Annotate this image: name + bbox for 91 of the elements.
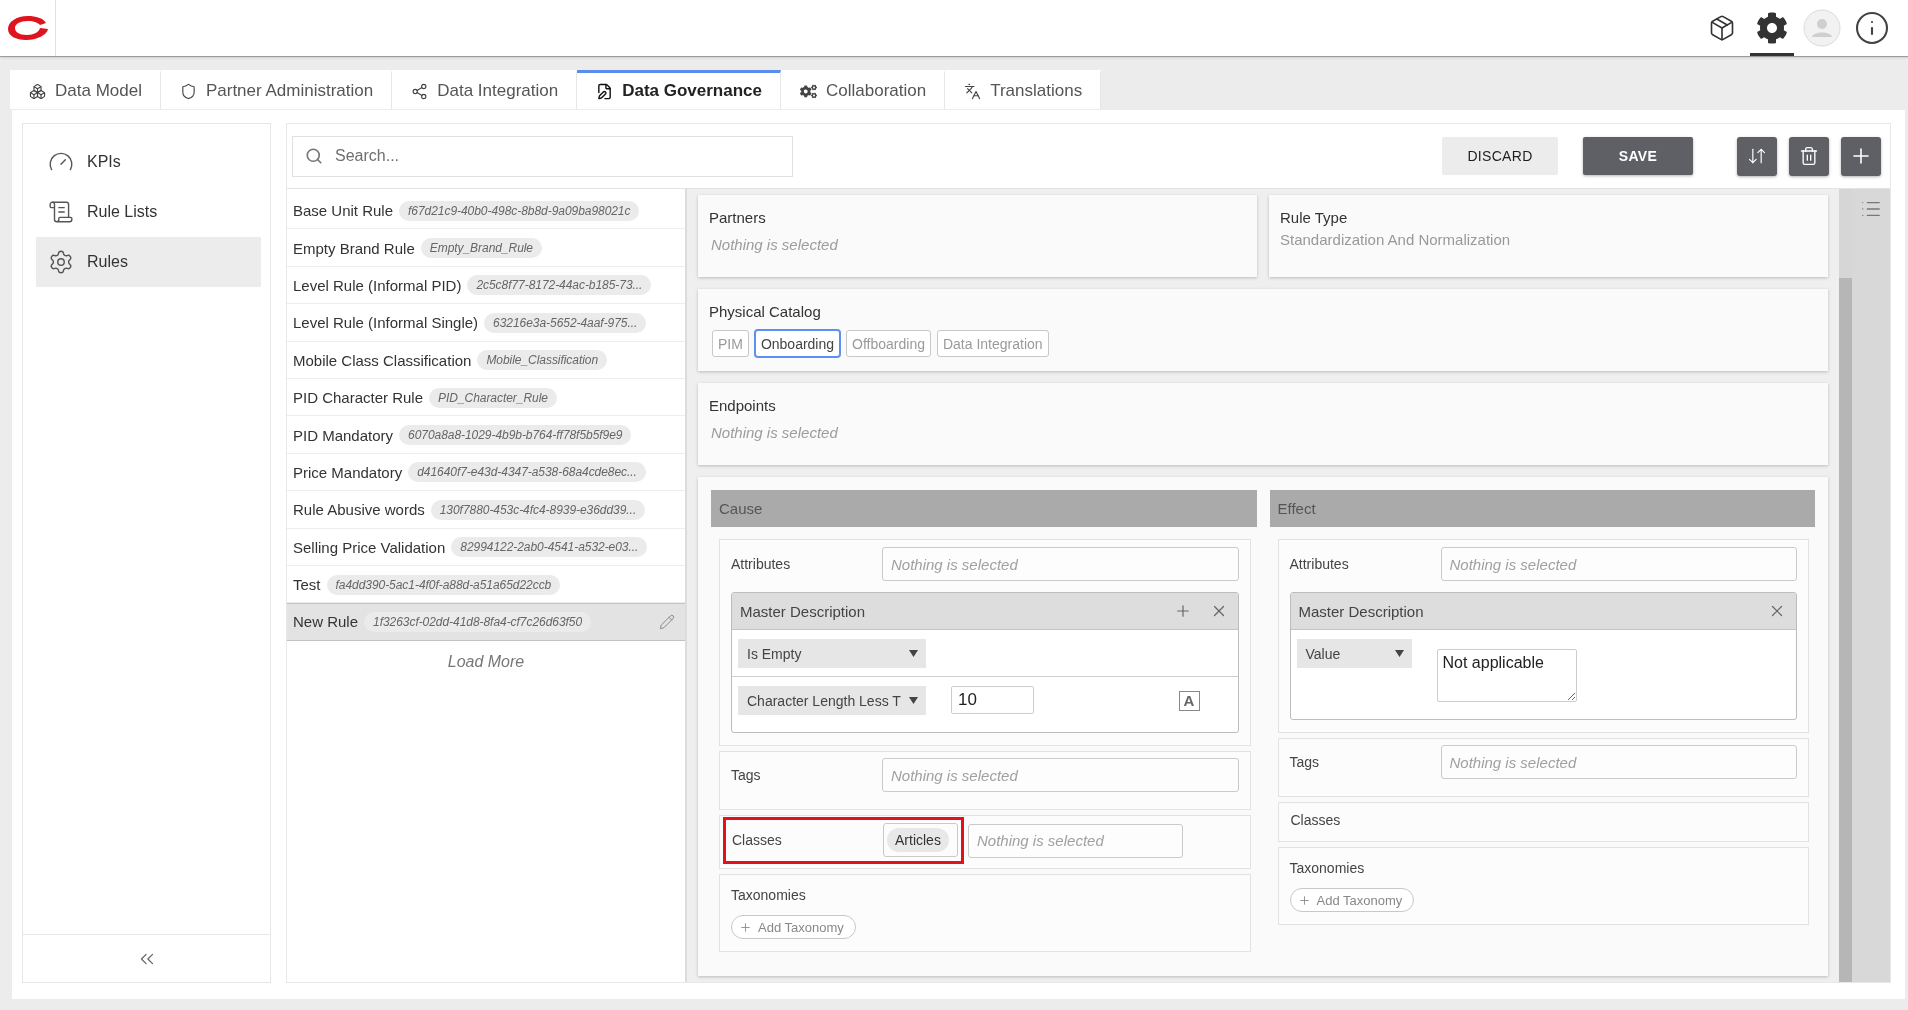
nav-tab[interactable]: Partner Administration — [160, 70, 393, 109]
text-area[interactable]: Not applicable — [1436, 649, 1577, 702]
rule-id-tag: 1f3263cf-02dd-41d8-8fa4-cf7c26d63f50 — [364, 612, 592, 632]
rule-id-tag: 63216e3a-5652-4aaf-975... — [484, 312, 647, 333]
rule-name: PID Mandatory — [293, 426, 394, 444]
settings-icon — [1756, 12, 1788, 44]
nav-tab[interactable]: Data Integration — [392, 70, 578, 109]
rule-name: Level Rule (Informal Single) — [293, 314, 479, 332]
number-input[interactable]: 10 — [951, 686, 1034, 714]
rule-type-value: Standardization And Normalization — [1280, 230, 1512, 250]
rule-name: Selling Price Validation — [293, 538, 446, 556]
rule-name: Test — [293, 576, 321, 594]
add-button[interactable] — [1841, 136, 1881, 176]
delete-button[interactable] — [1789, 136, 1829, 176]
field-label: Taxonomies — [1289, 860, 1365, 876]
field-label: Tags — [1289, 754, 1321, 770]
scroll-icon — [48, 199, 74, 225]
app-logo — [6, 14, 49, 42]
swap-button[interactable] — [1737, 136, 1777, 176]
nav-tab[interactable]: Translations — [945, 70, 1102, 109]
rule-id-tag: d41640f7-e43d-4347-a538-68a4cde8ec... — [408, 462, 646, 483]
cubes-icon — [29, 82, 46, 100]
sidebar-item[interactable]: Rule Lists — [36, 187, 261, 237]
section-header: Effect — [1269, 490, 1815, 527]
rule-name: Level Rule (Informal PID) — [293, 276, 462, 294]
panel-title: Endpoints — [709, 396, 777, 416]
rule-name: Base Unit Rule — [293, 202, 394, 220]
box-icon — [1708, 14, 1736, 42]
rule-id-tag: f67d21c9-40b0-498c-8b8d-9a09ba98021c — [399, 200, 640, 221]
rule-id-tag: Mobile_Classification — [477, 350, 608, 371]
plus-icon — [739, 920, 752, 934]
shield-icon — [179, 82, 197, 100]
add-taxonomy-button[interactable]: Add Taxonomy — [731, 915, 856, 939]
operator-select[interactable]: Is Empty — [738, 639, 926, 668]
caret-icon — [1394, 650, 1404, 657]
field-label: Taxonomies — [731, 887, 806, 903]
rule-name: Empty Brand Rule — [293, 239, 415, 257]
rule-id-tag: 2c5c8f77-8172-44ac-b185-73... — [467, 275, 652, 296]
up-down-arrows-icon — [1747, 146, 1767, 166]
caret-icon — [909, 697, 918, 704]
scrollbar[interactable] — [1839, 189, 1852, 982]
sidebar-item[interactable]: KPIs — [36, 137, 261, 187]
translate-icon — [964, 82, 982, 100]
search-field[interactable]: Search... — [292, 135, 793, 177]
rule-id-tag: 6070a8a8-1029-4b9b-b764-ff78f5b5f9e9 — [399, 425, 632, 446]
text-format-button[interactable]: A — [1178, 691, 1200, 711]
rule-name: Mobile Class Classification — [293, 351, 472, 369]
discard-button[interactable]: DISCARD — [1442, 137, 1558, 175]
search-icon — [305, 146, 323, 165]
save-button[interactable]: SAVE — [1583, 137, 1693, 175]
trash-icon — [1799, 146, 1819, 166]
field-label: Classes — [1290, 812, 1342, 828]
field-label: Attributes — [1289, 556, 1350, 572]
rule-id-tag: Empty_Brand_Rule — [420, 238, 542, 259]
chip-field[interactable]: Articles — [883, 823, 958, 857]
field-label: Tags — [731, 767, 762, 783]
field-label: Classes — [732, 832, 783, 848]
panel-title: Physical Catalog — [709, 302, 822, 322]
operator-select[interactable]: Character Length Less T — [738, 686, 926, 715]
rule-id-tag: fa4dd390-5ac1-4f0f-a88d-a51a65d22ccb — [326, 574, 561, 595]
nav-tab[interactable]: Collaboration — [781, 70, 946, 109]
load-more-link[interactable]: Load More — [439, 648, 533, 675]
sidebar-item[interactable]: Rules — [36, 237, 261, 287]
condition-title: Master Description — [1298, 602, 1425, 620]
share-nodes-icon — [411, 82, 429, 100]
avatar-icon — [1803, 9, 1841, 47]
panel-title: Rule Type — [1280, 208, 1349, 228]
rule-id-tag: 82994122-2ab0-4541-a532-e03... — [451, 537, 648, 558]
caret-icon — [909, 650, 918, 657]
catalog-option[interactable]: Onboarding — [754, 330, 841, 357]
rule-name: Price Mandatory — [293, 463, 403, 481]
document-pen-icon — [596, 82, 614, 100]
plus-icon — [1297, 893, 1311, 907]
operator-select[interactable]: Value — [1296, 639, 1412, 668]
info-icon — [1854, 10, 1890, 46]
panel-title: Partners — [709, 208, 767, 228]
rule-name: PID Character Rule — [293, 389, 424, 407]
class-chip: Articles — [887, 828, 949, 852]
section-header: Cause — [711, 490, 1257, 527]
rule-id-tag: PID_Character_Rule — [429, 387, 557, 408]
nav-tab[interactable]: Data Governance — [577, 70, 781, 109]
rule-name: Rule Abusive words — [293, 501, 425, 519]
gear-icon — [48, 249, 74, 275]
nav-tab[interactable]: Data Model — [10, 70, 161, 109]
rule-list-item[interactable]: New Rule 1f3263cf-02dd-41d8-8fa4-cf7c26d63f50 — [287, 603, 685, 641]
rule-id-tag: 130f7880-453c-4fc4-8939-e36dd39... — [430, 499, 646, 520]
add-taxonomy-button[interactable]: Add Taxonomy — [1289, 888, 1415, 912]
condition-title: Master Description — [740, 602, 867, 620]
gears-icon — [800, 82, 817, 100]
field-label: Attributes — [731, 556, 792, 572]
rule-name: New Rule — [293, 613, 359, 631]
